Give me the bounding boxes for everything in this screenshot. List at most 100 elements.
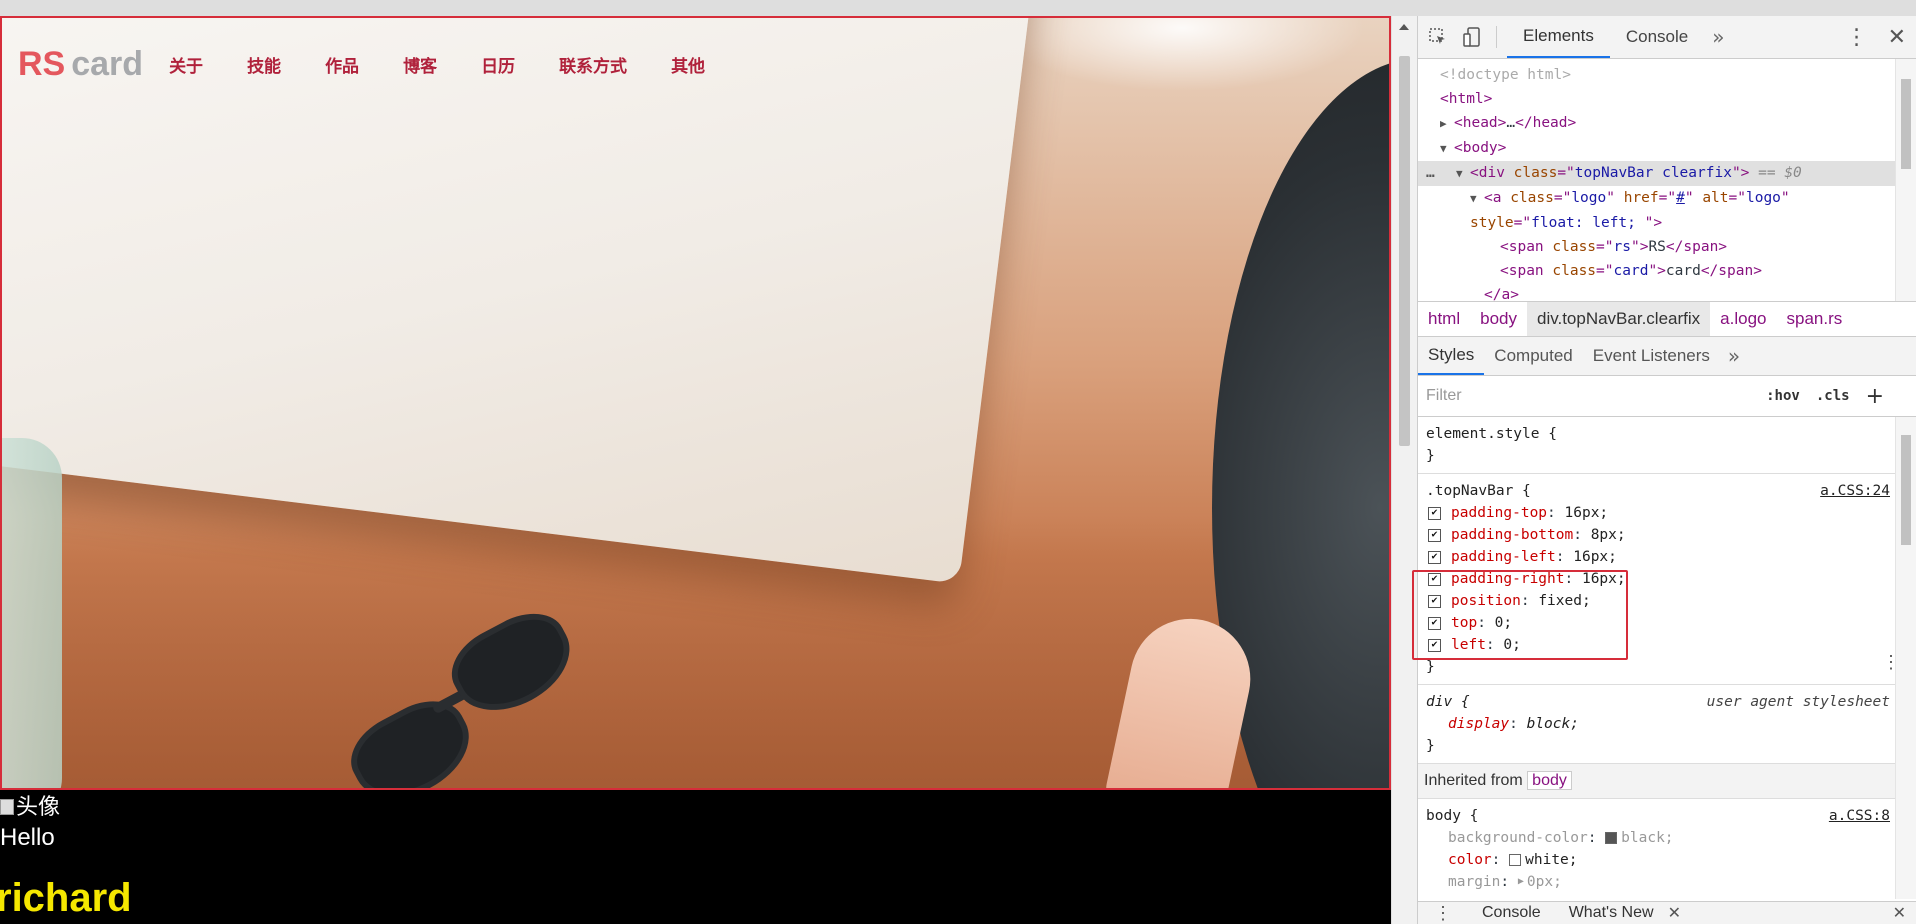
attr-value-link[interactable]: # [1676,190,1685,206]
nav-link-contact[interactable]: 联系方式 [559,52,627,77]
customize-menu-icon[interactable]: ⋮ [1836,25,1878,50]
breadcrumb-topnavbar[interactable]: div.topNavBar.clearfix [1527,302,1711,336]
devtools-panel: Elements Console » ⋮ ✕ <!doctype html> <… [1412,16,1916,924]
breadcrumb-span-rs[interactable]: span.rs [1776,309,1852,329]
dom-node[interactable]: <span class="rs">RS</span> [1418,235,1916,259]
rule-source-link[interactable]: a.CSS:24 [1820,480,1890,502]
inspect-element-icon[interactable] [1424,23,1452,51]
page-scrollbar-thumb[interactable] [1399,56,1410,446]
css-declaration: ✔ padding-top: 16px; [1426,502,1886,524]
css-declaration: display: block; [1426,713,1886,735]
scroll-up-icon[interactable] [1399,24,1409,30]
close-drawer-icon[interactable]: ✕ [1883,903,1916,923]
css-declaration: margin: ▶ 0px; [1426,871,1886,893]
dom-node[interactable]: ▼ <body> [1418,136,1916,161]
dom-node[interactable]: </a> [1418,283,1916,302]
declaration-checkbox[interactable]: ✔ [1428,528,1441,542]
tab-styles[interactable]: Styles [1418,337,1485,375]
rule-selector: body { [1426,808,1479,824]
declaration-checkbox[interactable]: ✔ [1428,506,1441,520]
nav-link-calendar[interactable]: 日历 [481,52,515,77]
dom-node[interactable]: <span class="card">card</span> [1418,259,1916,283]
more-tabs-icon[interactable]: » [1704,25,1732,49]
dom-node[interactable]: <html> [1418,87,1916,111]
a-tag: a [1492,190,1502,206]
css-value[interactable]: 0px; [1527,871,1562,893]
css-value[interactable]: black; [1621,827,1673,849]
new-rule-icon[interactable]: + [1858,384,1892,409]
styles-rules: element.style { } .topNavBar { a.CSS:24 … [1412,417,1916,899]
css-property[interactable]: color [1448,849,1492,871]
css-value[interactable]: 16px; [1565,502,1609,524]
tab-elements[interactable]: Elements [1507,16,1610,58]
drawer-tab-whats-new[interactable]: What's New [1555,904,1668,922]
breadcrumb-html[interactable]: html [1418,309,1470,329]
nav-link-other[interactable]: 其他 [671,52,705,77]
drawer-tab-console[interactable]: Console [1468,904,1555,922]
close-drawer-tab-icon[interactable]: ✕ [1668,903,1681,923]
body-open-tag: <body> [1454,140,1507,156]
node-actions-icon[interactable]: … [1426,161,1435,185]
css-value[interactable]: 8px; [1591,524,1626,546]
css-property[interactable]: margin [1448,871,1500,893]
close-devtools-icon[interactable]: ✕ [1878,25,1916,50]
css-declaration: ✔ padding-bottom: 8px; [1426,524,1886,546]
device-toolbar-icon[interactable] [1458,23,1486,51]
devtools-toolbar: Elements Console » ⋮ ✕ [1418,16,1916,59]
tab-event-listeners[interactable]: Event Listeners [1583,337,1720,375]
css-property[interactable]: background-color [1448,827,1588,849]
selected-attr-value: topNavBar clearfix [1574,165,1732,181]
rule-source-link[interactable]: a.CSS:8 [1829,805,1890,827]
expand-triangle-icon[interactable]: ▶ [1440,112,1454,136]
color-swatch-icon[interactable] [1509,854,1522,866]
cls-toggle[interactable]: .cls [1808,388,1858,404]
rule-topnavbar: .topNavBar { a.CSS:24 ✔ padding-top: 16px… [1412,474,1916,685]
collapse-triangle-icon[interactable]: ▼ [1470,187,1484,211]
nav-link-blog[interactable]: 博客 [403,52,437,77]
declaration-checkbox[interactable]: ✔ [1428,550,1441,564]
collapse-triangle-icon[interactable]: ▼ [1456,162,1470,186]
page-scrollbar[interactable] [1391,16,1417,924]
nav-link-about[interactable]: 关于 [169,52,203,77]
nav-link-works[interactable]: 作品 [325,52,359,77]
styles-scrollbar-thumb[interactable] [1901,435,1911,545]
dom-tree-scrollbar-thumb[interactable] [1901,79,1911,169]
styles-scrollbar[interactable] [1895,417,1916,899]
tab-console[interactable]: Console [1610,16,1704,58]
expand-shorthand-icon[interactable]: ▶ [1518,871,1524,893]
hov-toggle[interactable]: :hov [1758,388,1808,404]
logo-link[interactable]: RS card [18,45,143,84]
attr-name: alt [1702,190,1729,206]
attr-name: style [1470,215,1514,231]
css-value[interactable]: white; [1525,849,1577,871]
dom-node[interactable]: <!doctype html> [1418,63,1916,87]
inherited-from-link[interactable]: body [1527,771,1572,790]
a-close-tag: </a> [1484,287,1519,302]
breadcrumb-a-logo[interactable]: a.logo [1710,309,1776,329]
color-swatch-icon[interactable] [1605,832,1618,844]
page-viewport: RS card 关于 技能 作品 博客 日历 联系方式 其他 头像 Hello … [0,16,1391,924]
css-declaration: color: white; [1426,849,1886,871]
css-property[interactable]: padding-bottom [1451,524,1573,546]
annotation-highlight-box [1412,570,1628,660]
styles-filter-input[interactable] [1418,380,1728,412]
nav-link-skills[interactable]: 技能 [247,52,281,77]
dom-node-selected[interactable]: … ▼ <div class="topNavBar clearfix"> == $… [1418,161,1916,186]
css-property[interactable]: padding-top [1451,502,1547,524]
dom-tree: <!doctype html> <html> ▶ <head>…</head> ▼… [1418,59,1916,302]
more-subtabs-icon[interactable]: » [1720,344,1748,368]
rule-source: user agent stylesheet [1706,694,1890,710]
css-property[interactable]: padding-left [1451,546,1556,568]
drawer-menu-icon[interactable]: ⋮ [1418,903,1468,924]
styles-filter-row: :hov .cls + [1418,376,1916,417]
attr-value: float: left; [1531,215,1645,231]
dom-tree-scrollbar[interactable] [1895,59,1916,301]
dom-node[interactable]: ▶ <head>…</head> [1418,111,1916,136]
top-nav-bar: RS card 关于 技能 作品 博客 日历 联系方式 其他 [2,18,765,102]
dom-node[interactable]: ▼ <a class="logo" href="#" alt="logo" [1418,186,1916,211]
css-value[interactable]: 16px; [1573,546,1617,568]
inherited-header: Inherited from body [1418,764,1916,799]
collapse-triangle-icon[interactable]: ▼ [1440,137,1454,161]
tab-computed[interactable]: Computed [1484,337,1582,375]
breadcrumb-body[interactable]: body [1470,309,1527,329]
